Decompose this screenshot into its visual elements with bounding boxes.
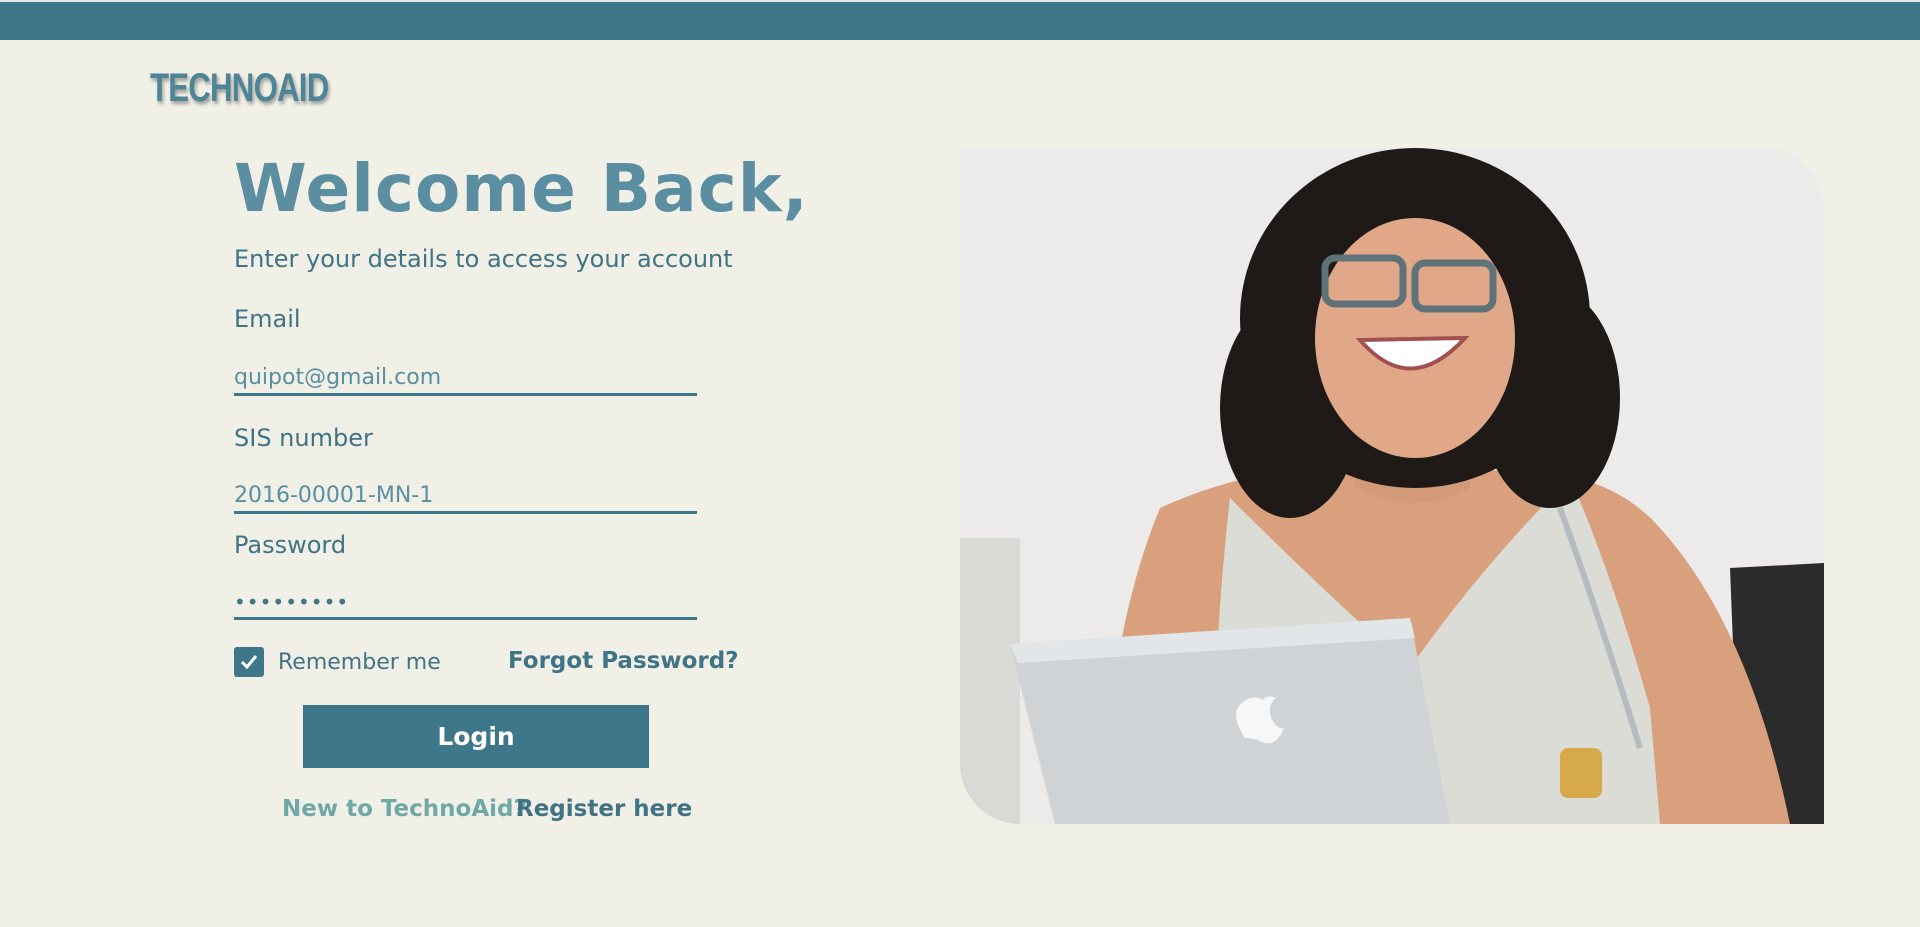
- password-value: •••••••••: [234, 590, 350, 614]
- remember-me-label[interactable]: Remember me: [278, 650, 441, 675]
- page-title: Welcome Back,: [234, 150, 809, 227]
- hero-image: [960, 148, 1824, 824]
- forgot-password-link[interactable]: Forgot Password?: [508, 648, 739, 674]
- checkmark-icon: [240, 655, 258, 670]
- page-subtitle: Enter your details to access your accoun…: [234, 245, 733, 273]
- top-bar: [0, 0, 1920, 40]
- technoaid-logo[interactable]: TECHNOAID: [150, 66, 329, 111]
- email-field[interactable]: [234, 362, 697, 396]
- password-label: Password: [234, 531, 347, 559]
- sis-number-label: SIS number: [234, 424, 373, 452]
- login-button[interactable]: Login: [303, 705, 649, 768]
- register-link[interactable]: Register here: [516, 796, 692, 822]
- email-label: Email: [234, 305, 301, 333]
- sis-number-field[interactable]: [234, 480, 697, 514]
- woman-with-laptop-illustration: [960, 148, 1824, 824]
- new-user-prompt: New to TechnoAid?: [282, 796, 527, 822]
- remember-me-checkbox[interactable]: [234, 647, 264, 677]
